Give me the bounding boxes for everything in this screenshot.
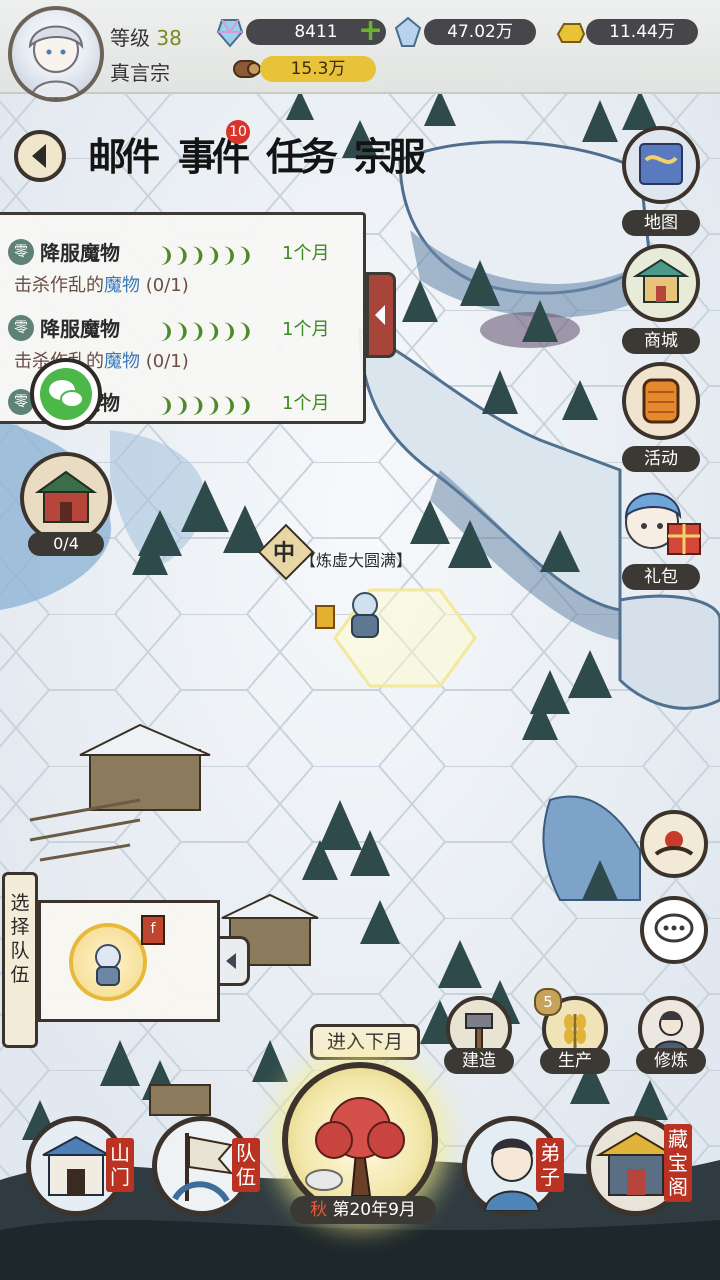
cultivator-avatar-icon [95,944,121,986]
team-flag: f [141,915,165,945]
resource-gold: 11.44万 [586,19,698,45]
chat-bubble-icon [654,913,694,943]
autumn-tree-icon [305,1097,405,1197]
quest-desc-target: 魔物 [104,351,140,372]
wood-log-icon [233,60,261,78]
tab-mail[interactable]: 邮件 [81,126,161,181]
quest-reward-icons: ❩❩❩❩❩❩ [158,393,254,417]
player-level: 等级 38 [110,22,182,51]
hand-orb-icon [654,831,694,856]
quest-duration: 1个月 [282,393,330,414]
wechat-button[interactable] [30,358,102,430]
collapse-menu-button[interactable] [14,130,66,182]
temple-icon [34,470,98,523]
gift-pack-button[interactable] [612,480,708,566]
sect-name: 真言宗 [110,61,170,85]
nav-team-label[interactable]: 队伍 [232,1138,260,1192]
level-label: 等级 [110,26,150,50]
realm-marker-symbol: 中 [272,541,295,566]
events-badge: 10 [226,120,250,144]
map-label[interactable]: 地图 [622,210,700,236]
quest-desc-target: 魔物 [104,275,140,296]
tab-tasks[interactable]: 任务 [259,126,339,181]
produce-badge: 5 [534,988,562,1016]
build-label[interactable]: 建造 [444,1048,514,1074]
gift-pack-label[interactable]: 礼包 [622,564,700,590]
map-button[interactable] [622,126,700,204]
sect-building-button[interactable] [20,452,112,544]
arrow-left-icon [375,305,385,325]
quest-progress: (0/1) [145,275,189,296]
quest-reward-icons: ❩❩❩❩❩❩ [158,319,254,343]
spirit-stone-icon [216,19,244,48]
arrow-left-icon [32,144,46,168]
quest-description: 击杀作乱的魔物 (0/1) [14,271,189,297]
quest-desc-text: 击杀作乱的 [14,275,104,296]
offering-button[interactable] [640,810,708,878]
season-tree-button[interactable] [282,1062,438,1218]
arrow-left-icon [226,953,236,969]
next-month-button[interactable]: 进入下月 [310,1024,420,1060]
quest-duration: 1个月 [282,243,330,264]
tab-sect-server[interactable]: 宗服 [347,126,427,181]
resource-wood: 15.3万 [260,56,376,82]
wechat-icon [40,368,92,420]
activity-button[interactable] [622,362,700,440]
quest-progress: (0/1) [145,351,189,372]
player-avatar[interactable] [8,6,104,102]
team-panel-toggle[interactable] [220,936,250,986]
gold-ingot-icon [556,23,586,43]
resource-crystal: 47.02万 [424,19,536,45]
shop-button[interactable] [622,244,700,322]
quest-panel-toggle[interactable] [366,272,396,358]
quest-reward-icons: ❩❩❩❩❩❩ [158,243,254,267]
select-team-tab[interactable]: 选择队伍 [2,872,38,1048]
shop-label[interactable]: 商城 [622,328,700,354]
crystal-value: 47.02万 [447,22,513,42]
produce-label[interactable]: 生产 [540,1048,610,1074]
lantern-icon [642,378,680,424]
nav-treasure-hall-label[interactable]: 藏宝阁 [664,1124,692,1202]
building-counter: 0/4 [28,532,104,556]
current-date: 秋 第20年9月 [290,1196,436,1224]
level-value: 38 [156,26,182,50]
realm-marker-text[interactable]: 【炼虚大圆满】 [300,547,412,571]
quest-title: 降服魔物 [40,241,120,265]
chat-button[interactable] [640,896,708,964]
spirit-stone-value: 8411 [294,22,338,42]
select-team-label: 选择队伍 [10,892,30,986]
nav-sect-gate-label[interactable]: 山门 [106,1138,134,1192]
nav-disciples-label[interactable]: 弟子 [536,1138,564,1192]
add-resource-button[interactable]: + [358,14,383,48]
quest-title: 降服魔物 [40,317,120,341]
pavilion-icon [632,258,690,303]
activity-label[interactable]: 活动 [622,446,700,472]
team-panel[interactable]: f [38,900,220,1022]
date-label: 第20年9月 [332,1200,416,1220]
cultivate-label[interactable]: 修炼 [636,1048,706,1074]
avatar-portrait-icon [28,25,84,98]
wood-value: 15.3万 [290,59,346,79]
season-label: 秋 [310,1200,328,1220]
quest-duration: 1个月 [282,319,330,340]
scroll-map-icon [639,143,683,185]
quest-type-icon: 零 [8,239,34,265]
girl-gift-icon [624,492,701,555]
team-member-slot[interactable] [69,923,147,1001]
quest-type-icon: 零 [8,315,34,341]
gold-value: 11.44万 [609,22,675,42]
crystal-icon [394,16,422,47]
quest-item[interactable]: 零 降服魔物 ❩❩❩❩❩❩ 1个月 击杀作乱的魔物 (0/1) [0,233,366,307]
